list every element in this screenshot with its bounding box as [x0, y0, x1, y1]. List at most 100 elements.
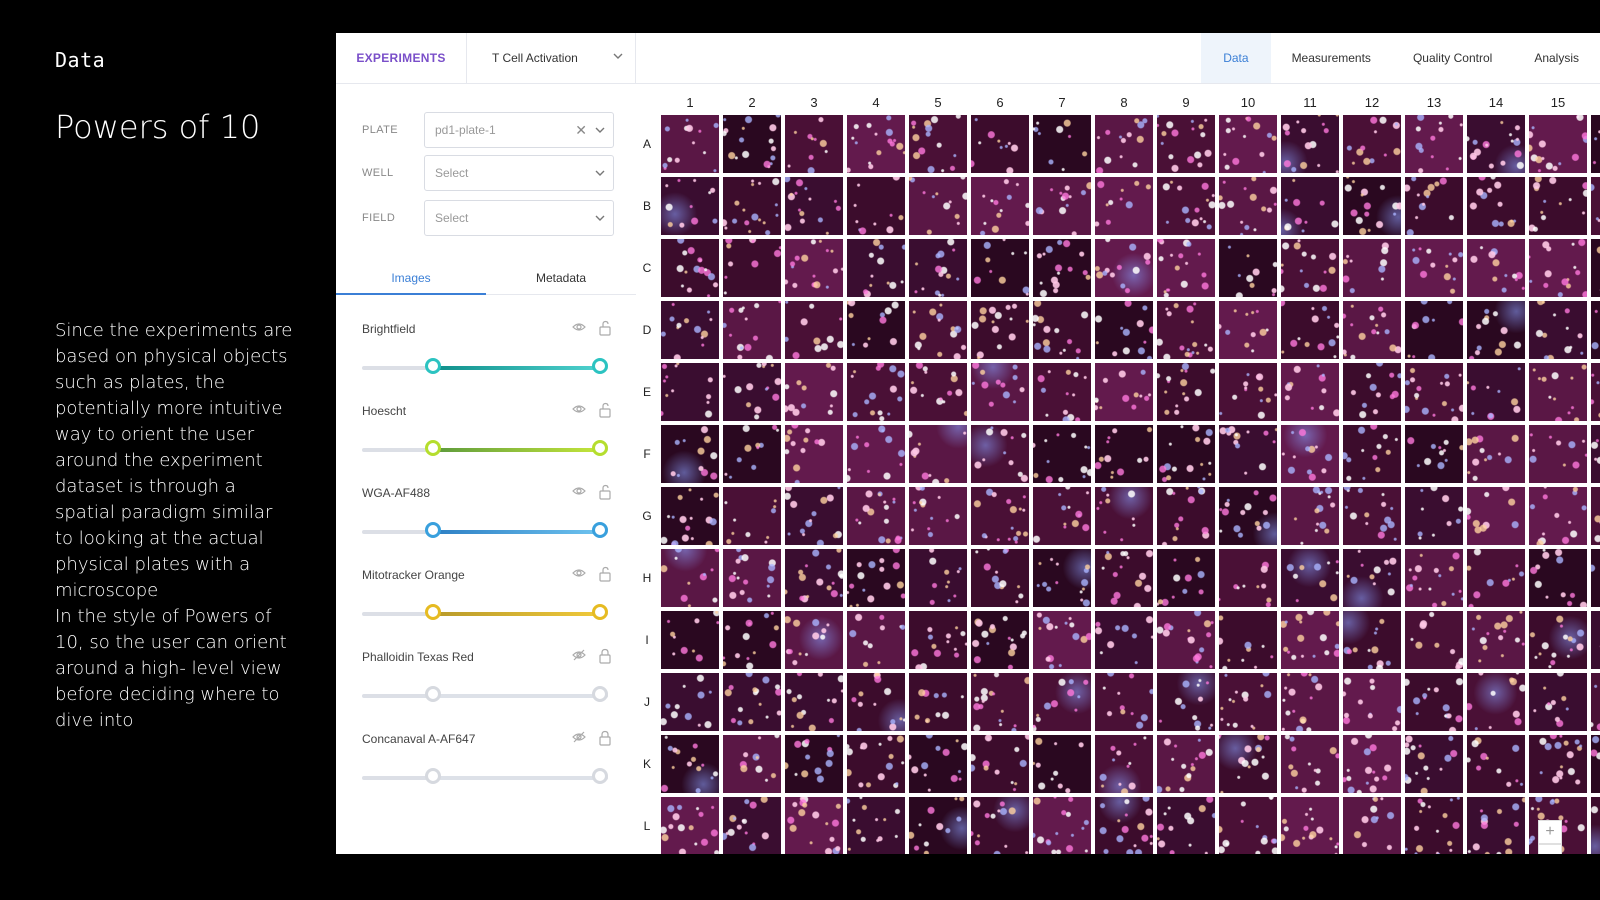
plate-well[interactable] [1157, 301, 1215, 359]
plate-well[interactable] [1219, 549, 1277, 607]
plate-well[interactable] [1467, 239, 1525, 297]
slider-max-handle[interactable] [592, 604, 608, 620]
slider-min-handle[interactable] [425, 768, 442, 784]
unlock-icon[interactable] [598, 320, 612, 341]
plate-well[interactable] [1529, 611, 1587, 669]
plate-well[interactable] [847, 425, 905, 483]
plate-well[interactable] [1033, 363, 1091, 421]
plate-well[interactable] [1095, 487, 1153, 545]
plate-well[interactable] [1219, 239, 1277, 297]
plate-well[interactable] [1405, 425, 1463, 483]
plate-well[interactable] [1405, 239, 1463, 297]
plate-well[interactable] [785, 735, 843, 793]
plate-well[interactable] [909, 735, 967, 793]
plate-well[interactable] [1529, 239, 1587, 297]
plate-well[interactable] [1095, 735, 1153, 793]
plate-well[interactable] [1033, 425, 1091, 483]
slider-min-handle[interactable] [425, 604, 442, 620]
plate-well[interactable] [1281, 611, 1339, 669]
plate-well[interactable] [1405, 611, 1463, 669]
plate-well[interactable] [909, 673, 967, 731]
plate-well[interactable] [847, 487, 905, 545]
plate-well[interactable] [785, 177, 843, 235]
plate-well[interactable] [1529, 425, 1587, 483]
plate-well[interactable] [1529, 673, 1587, 731]
tab-metadata[interactable]: Metadata [486, 262, 636, 294]
plate-well[interactable] [1281, 115, 1339, 173]
plate-well[interactable] [1343, 735, 1401, 793]
plate-well[interactable] [1591, 611, 1600, 669]
plate-well[interactable] [1157, 487, 1215, 545]
plate-well[interactable] [1033, 177, 1091, 235]
plate-well[interactable] [661, 301, 719, 359]
plate-well[interactable] [1591, 363, 1600, 421]
plate-well[interactable] [723, 301, 781, 359]
plate-well[interactable] [847, 115, 905, 173]
plate-well[interactable] [1591, 673, 1600, 731]
plate-well[interactable] [909, 239, 967, 297]
plate-well[interactable] [1467, 363, 1525, 421]
plate-well[interactable] [723, 549, 781, 607]
plate-well[interactable] [971, 549, 1029, 607]
plate-well[interactable] [1281, 673, 1339, 731]
plate-well[interactable] [1095, 611, 1153, 669]
plate-well[interactable] [723, 735, 781, 793]
nav-tab-data[interactable]: Data [1201, 33, 1271, 83]
plate-well[interactable] [971, 115, 1029, 173]
plate-well[interactable] [1219, 425, 1277, 483]
unlock-icon[interactable] [598, 484, 612, 505]
plate-well[interactable] [1529, 363, 1587, 421]
plate-well[interactable] [847, 177, 905, 235]
plate-well[interactable] [1281, 239, 1339, 297]
plate-well[interactable] [1157, 425, 1215, 483]
plate-well[interactable] [1281, 797, 1339, 854]
nav-tab-analysis[interactable]: Analysis [1513, 33, 1600, 83]
nav-tab-measurements[interactable]: Measurements [1271, 33, 1392, 83]
plate-well[interactable] [971, 673, 1029, 731]
plate-well[interactable] [723, 673, 781, 731]
plate-well[interactable] [1467, 797, 1525, 854]
plate-well[interactable] [661, 363, 719, 421]
plate-well[interactable] [1281, 487, 1339, 545]
plate-well[interactable] [1591, 735, 1600, 793]
experiments-tab[interactable]: EXPERIMENTS [336, 33, 467, 83]
plate-well[interactable] [1157, 363, 1215, 421]
plate-well[interactable] [1033, 735, 1091, 793]
plate-well[interactable] [1529, 301, 1587, 359]
plate-well[interactable] [785, 673, 843, 731]
plate-well[interactable] [723, 177, 781, 235]
plate-well[interactable] [909, 363, 967, 421]
eye-icon[interactable] [572, 402, 586, 421]
plate-well[interactable] [661, 425, 719, 483]
plate-well[interactable] [1467, 301, 1525, 359]
plate-well[interactable] [1281, 425, 1339, 483]
plate-well[interactable] [847, 549, 905, 607]
plate-well[interactable] [971, 425, 1029, 483]
plate-well[interactable] [1529, 177, 1587, 235]
plate-well[interactable] [1095, 425, 1153, 483]
eye-icon[interactable] [572, 320, 586, 339]
plate-well[interactable] [1405, 363, 1463, 421]
plate-well[interactable] [847, 611, 905, 669]
plate-well[interactable] [1343, 673, 1401, 731]
plate-well[interactable] [1095, 797, 1153, 854]
plate-well[interactable] [1529, 115, 1587, 173]
plate-well[interactable] [1405, 115, 1463, 173]
plate-well[interactable] [1219, 487, 1277, 545]
plate-well[interactable] [1157, 611, 1215, 669]
plate-well[interactable] [909, 177, 967, 235]
slider-min-handle[interactable] [425, 522, 442, 538]
plate-well[interactable] [1343, 177, 1401, 235]
tab-images[interactable]: Images [336, 262, 486, 295]
plate-well[interactable] [1157, 115, 1215, 173]
plate-well[interactable] [785, 611, 843, 669]
plate-well[interactable] [1343, 301, 1401, 359]
slider-min-handle[interactable] [425, 686, 442, 702]
plate-well[interactable] [1219, 611, 1277, 669]
field-select[interactable]: Select [424, 200, 614, 236]
plate-well[interactable] [1219, 735, 1277, 793]
plate-well[interactable] [1033, 487, 1091, 545]
plate-well[interactable] [909, 425, 967, 483]
plate-well[interactable] [723, 611, 781, 669]
eye-off-icon[interactable] [572, 648, 586, 667]
